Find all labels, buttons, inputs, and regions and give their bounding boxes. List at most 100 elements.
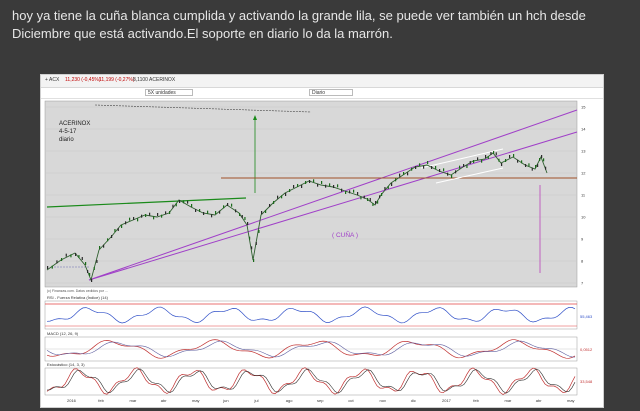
candle <box>121 225 123 228</box>
candle <box>65 253 67 257</box>
x-tick-label: dic <box>411 398 416 403</box>
time-x-axis: 2016 feb mar abr may jun jul ago sep oct nov dic 201… <box>67 398 575 403</box>
candle <box>289 189 291 192</box>
candle <box>535 165 537 168</box>
candle <box>111 235 113 238</box>
candle <box>447 172 449 176</box>
candle <box>501 163 503 166</box>
candle <box>487 156 489 159</box>
candle <box>543 158 545 162</box>
x-tick-label: ago <box>286 398 293 403</box>
candle <box>215 211 217 214</box>
candle <box>219 210 221 214</box>
candle <box>247 222 249 225</box>
candle <box>375 201 377 204</box>
candle <box>337 184 339 188</box>
chart-canvas: 15 14 13 12 11 10 9 8 7 ACERINOX 4-5-17 diario (… <box>44 100 593 403</box>
candle <box>99 246 101 249</box>
candle <box>87 270 89 273</box>
x-tick-label: sep <box>317 398 324 403</box>
candle <box>183 200 185 204</box>
y-tick-label: 12 <box>581 171 586 176</box>
x-tick-label: 2017 <box>442 398 452 403</box>
y-tick-label: 7 <box>581 281 584 286</box>
x-tick-label: mar <box>505 398 513 403</box>
candle <box>411 167 413 171</box>
candle <box>107 238 109 242</box>
candle <box>281 195 283 199</box>
candle <box>349 190 351 194</box>
candle <box>395 178 397 182</box>
candle <box>223 205 225 209</box>
candle <box>203 212 205 215</box>
chart-frame: + ACX 11,230 (-0,45%) 11,199 (-0,27%) 8,… <box>40 74 604 408</box>
candle <box>70 254 72 258</box>
y-tick-label: 10 <box>581 215 586 220</box>
chart-credit: (c) Finanzas.com. Datos cedidos por ... <box>47 289 108 293</box>
candle <box>469 161 471 164</box>
candle <box>545 166 547 170</box>
candle <box>466 165 468 168</box>
candle <box>129 217 131 221</box>
x-tick-label: jul <box>254 398 259 403</box>
candle <box>525 164 527 167</box>
stoch-value: 33,548 <box>580 379 593 384</box>
candle <box>103 244 105 248</box>
rsi-panel-label: RSI - Fuerza Relativa (Índice) (14) <box>47 295 109 300</box>
candle <box>241 215 243 218</box>
candle <box>333 185 335 188</box>
candle <box>137 218 139 222</box>
candle <box>211 214 213 218</box>
candle <box>141 214 143 218</box>
candle <box>89 273 91 276</box>
candle <box>391 183 393 186</box>
candle <box>231 203 233 207</box>
candle <box>481 159 483 163</box>
x-tick-label: 2016 <box>67 398 77 403</box>
candle <box>521 160 523 164</box>
candle <box>509 155 511 158</box>
macd-panel-label: MACD (12, 26, 9) <box>47 331 79 336</box>
candle <box>379 195 381 199</box>
candle <box>493 151 495 154</box>
candle <box>157 213 159 216</box>
stoch-panel <box>44 367 578 396</box>
x-tick-label: nov <box>380 398 386 403</box>
candle <box>435 166 437 169</box>
candle <box>244 217 246 220</box>
candle <box>459 165 461 169</box>
x-tick-label: jun <box>222 398 228 403</box>
candle <box>513 154 515 157</box>
candle <box>541 155 543 158</box>
candle <box>187 200 189 204</box>
candle <box>56 260 58 264</box>
candle <box>75 253 77 256</box>
candle <box>443 168 445 172</box>
candle <box>125 221 127 225</box>
candle <box>195 209 197 212</box>
candle <box>179 200 181 203</box>
candle <box>528 163 530 167</box>
candle <box>175 203 177 207</box>
candle <box>261 211 263 214</box>
candle <box>341 188 343 192</box>
candle <box>161 214 163 218</box>
rsi-panel <box>44 300 578 330</box>
candle <box>96 260 98 263</box>
candle <box>427 161 429 164</box>
candle <box>81 257 83 260</box>
x-tick-label: oct <box>348 398 354 403</box>
candle <box>78 255 80 258</box>
macd-value: 0,0512 <box>580 347 593 352</box>
y-tick-label: 15 <box>581 105 586 110</box>
candle <box>419 163 421 167</box>
candle <box>353 189 355 193</box>
candle <box>477 157 479 161</box>
candle <box>399 173 401 177</box>
candle <box>169 211 171 214</box>
candle <box>207 210 209 214</box>
candle <box>255 242 257 245</box>
candle <box>85 262 87 265</box>
candle <box>165 211 167 215</box>
candle <box>51 265 53 269</box>
